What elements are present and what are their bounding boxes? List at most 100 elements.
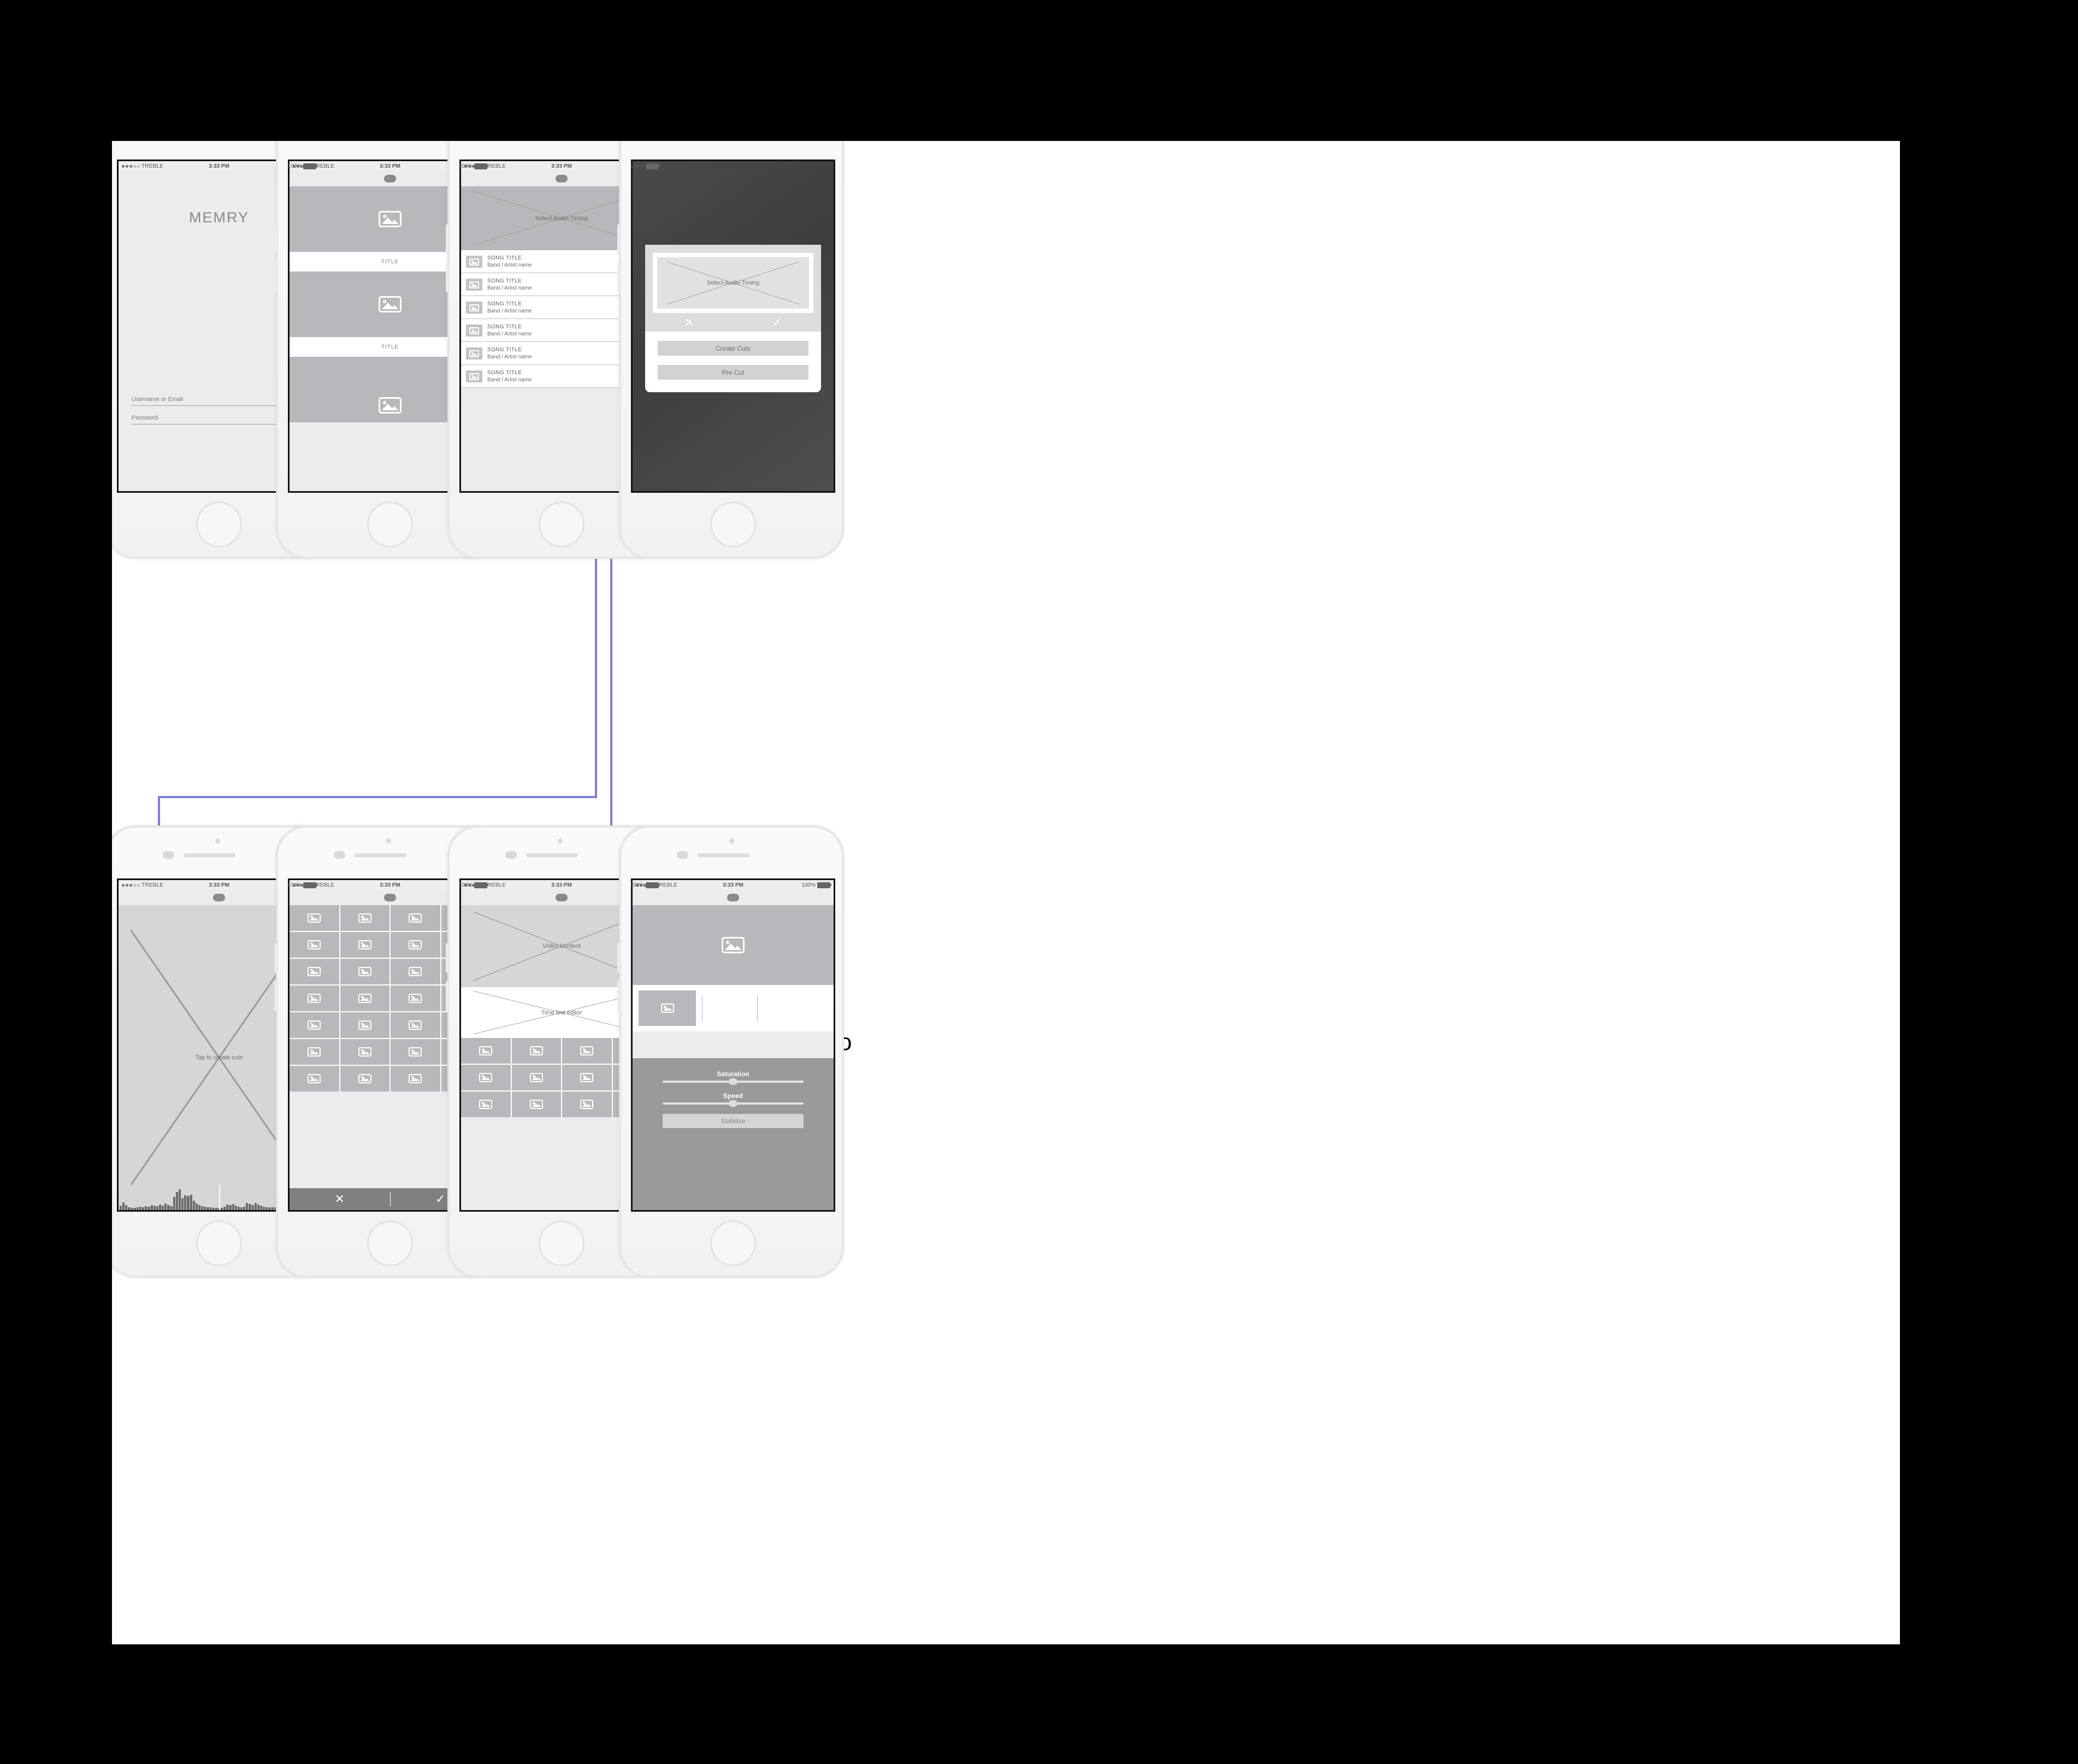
- song-artist: Band / Artist name: [487, 354, 532, 360]
- cancel-button[interactable]: ✕: [645, 313, 733, 332]
- clip-thumbnail[interactable]: [639, 990, 696, 1026]
- grid-photo-cell[interactable]: [290, 1012, 339, 1038]
- home-button[interactable]: [196, 502, 242, 547]
- grid-photo-cell[interactable]: [340, 1012, 389, 1038]
- image-placeholder-icon: [479, 1100, 493, 1109]
- volume-button[interactable]: [446, 981, 448, 1011]
- grid-photo-cell[interactable]: [340, 986, 389, 1011]
- image-placeholder-icon: [409, 940, 422, 949]
- playhead-indicator: [219, 1185, 220, 1210]
- grid-photo-cell[interactable]: [391, 1066, 440, 1092]
- grid-photo-cell[interactable]: [340, 959, 389, 984]
- volume-button[interactable]: [274, 224, 277, 254]
- grid-photo-cell[interactable]: [461, 1092, 511, 1117]
- clip-strip[interactable]: [633, 985, 834, 1031]
- volume-button[interactable]: [617, 981, 620, 1011]
- grid-photo-cell[interactable]: [511, 1065, 561, 1090]
- grid-photo-cell[interactable]: [562, 1065, 612, 1090]
- confirm-button[interactable]: ✓: [733, 313, 821, 332]
- battery-icon: [474, 163, 488, 169]
- status-bar: TREBLE 3:33 PM 100%: [633, 880, 834, 890]
- nav-bar: [633, 890, 834, 905]
- battery-percent-label: 100%: [801, 882, 816, 888]
- camera-icon: [215, 839, 220, 843]
- image-placeholder-icon: [469, 304, 479, 311]
- slider-knob[interactable]: [729, 1100, 737, 1107]
- song-artwork: [466, 347, 482, 359]
- grid-photo-cell[interactable]: [391, 959, 440, 984]
- grid-photo-cell[interactable]: [290, 986, 339, 1011]
- slider-knob[interactable]: [729, 1078, 737, 1085]
- song-title: SONG TITLE: [487, 370, 522, 376]
- song-artist: Band / Artist name: [487, 285, 532, 291]
- grid-photo-cell[interactable]: [340, 1039, 389, 1065]
- logo-icon: [384, 175, 396, 182]
- grid-photo-cell[interactable]: [461, 1038, 511, 1064]
- create-cuts-button[interactable]: Create Cuts: [658, 341, 808, 356]
- grid-photo-cell[interactable]: [340, 1066, 389, 1092]
- image-placeholder-icon: [409, 994, 422, 1003]
- image-placeholder-icon: [529, 1100, 543, 1109]
- image-placeholder-icon: [358, 913, 371, 923]
- home-button[interactable]: [196, 1220, 242, 1266]
- volume-button[interactable]: [617, 224, 620, 254]
- volume-button[interactable]: [446, 224, 448, 254]
- grid-photo-cell[interactable]: [290, 959, 339, 984]
- battery-icon: [817, 882, 831, 888]
- grid-photo-cell[interactable]: [511, 1038, 561, 1064]
- song-artwork: [466, 279, 482, 291]
- battery-percent-label: 100%: [287, 163, 302, 169]
- grid-photo-cell[interactable]: [391, 932, 440, 958]
- battery-icon: [474, 882, 488, 888]
- grid-photo-cell[interactable]: [290, 932, 339, 958]
- volume-button[interactable]: [446, 262, 448, 292]
- grid-photo-cell[interactable]: [562, 1038, 612, 1064]
- volume-button[interactable]: [446, 943, 448, 973]
- speaker-icon: [184, 853, 235, 857]
- grid-photo-cell[interactable]: [290, 1066, 339, 1092]
- volume-button[interactable]: [617, 262, 620, 292]
- grid-photo-cell[interactable]: [391, 986, 440, 1011]
- grid-photo-cell[interactable]: [511, 1092, 561, 1117]
- grid-photo-cell[interactable]: [340, 905, 389, 931]
- battery-percent-label: 100%: [458, 882, 473, 888]
- audio-timing-modal: Select Audio Timing ✕ ✓ Create Cuts Pre …: [645, 245, 821, 392]
- grid-photo-cell[interactable]: [391, 905, 440, 931]
- image-placeholder-icon: [469, 327, 479, 334]
- home-button[interactable]: [539, 1220, 585, 1266]
- grid-photo-cell[interactable]: [391, 1012, 440, 1038]
- home-button[interactable]: [539, 502, 585, 547]
- volume-button[interactable]: [274, 262, 277, 292]
- grid-photo-cell[interactable]: [340, 932, 389, 958]
- home-button[interactable]: [367, 502, 413, 547]
- song-title: SONG TITLE: [487, 301, 522, 307]
- audio-waveform-preview[interactable]: Select Audio Timing: [653, 253, 813, 313]
- stabilize-button[interactable]: Stabilize: [663, 1114, 804, 1128]
- grid-photo-cell[interactable]: [290, 905, 339, 931]
- image-placeholder-icon: [529, 1046, 543, 1055]
- saturation-slider[interactable]: [663, 1078, 804, 1085]
- speed-slider[interactable]: [663, 1100, 804, 1107]
- saturation-label: Saturation: [717, 1070, 749, 1078]
- image-placeholder-icon: [469, 258, 479, 266]
- cancel-button[interactable]: ✕: [290, 1188, 390, 1210]
- image-placeholder-icon: [379, 397, 402, 414]
- volume-button[interactable]: [274, 981, 277, 1011]
- song-artwork: [466, 370, 482, 382]
- home-button[interactable]: [710, 1220, 756, 1266]
- pre-cut-button[interactable]: Pre Cut: [658, 365, 808, 380]
- logo-icon: [556, 175, 568, 182]
- grid-photo-cell[interactable]: [391, 1039, 440, 1065]
- clip-preview[interactable]: [633, 905, 834, 985]
- video-content-label: Video Content: [542, 943, 581, 949]
- grid-photo-cell[interactable]: [461, 1065, 511, 1090]
- audio-timing-label: Select Audio Timing: [535, 215, 588, 222]
- home-button[interactable]: [710, 502, 756, 547]
- song-artist: Band / Artist name: [487, 308, 532, 314]
- volume-button[interactable]: [274, 943, 277, 973]
- image-placeholder-icon: [358, 1074, 371, 1083]
- grid-photo-cell[interactable]: [562, 1092, 612, 1117]
- song-artwork: [466, 256, 482, 268]
- song-artist: Band / Artist name: [487, 377, 532, 383]
- home-button[interactable]: [367, 1220, 413, 1266]
